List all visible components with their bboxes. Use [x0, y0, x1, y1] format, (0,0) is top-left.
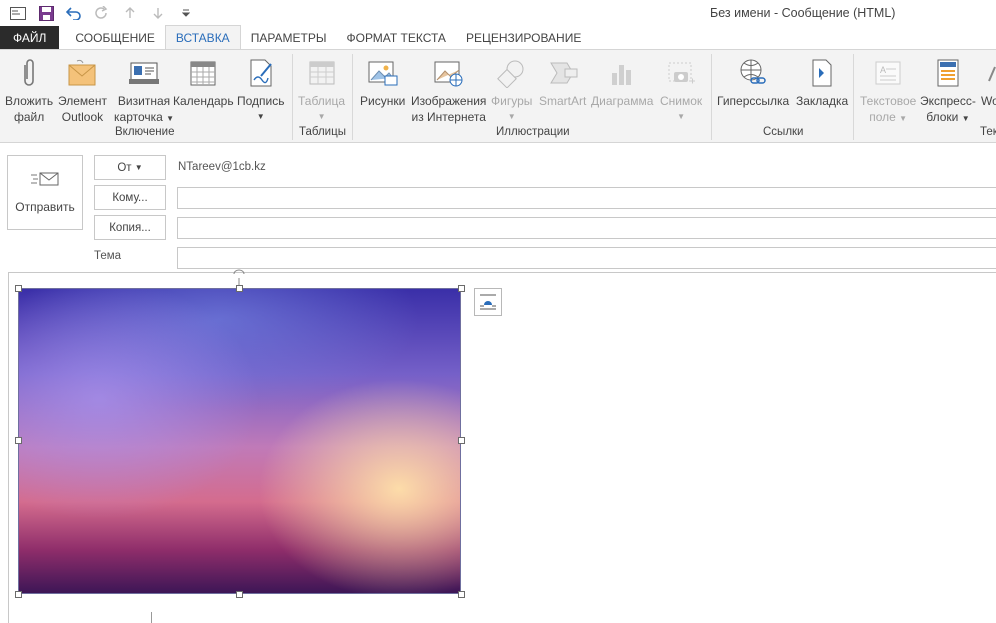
- dropdown-caret-icon: ▼: [134, 163, 143, 172]
- table-button[interactable]: Таблица ▼: [298, 54, 345, 125]
- tab-insert[interactable]: ВСТАВКА: [164, 25, 241, 49]
- tab-format-text[interactable]: ФОРМАТ ТЕКСТА: [336, 26, 455, 49]
- dropdown-caret-icon: ▼: [899, 114, 908, 123]
- redo-icon[interactable]: [90, 3, 114, 23]
- online-picture-icon: [432, 54, 466, 92]
- attach-file-button[interactable]: Вложить файл: [5, 54, 53, 125]
- shapes-button[interactable]: Фигуры ▼: [491, 54, 532, 125]
- resize-handle[interactable]: [15, 285, 22, 292]
- dropdown-caret-icon: ▼: [166, 114, 175, 123]
- group-separator: [711, 54, 712, 140]
- dropdown-caret-icon: ▼: [256, 112, 265, 121]
- subject-label: Тема: [94, 250, 122, 262]
- business-card-icon: [127, 54, 161, 92]
- group-label-links: Ссылки: [763, 126, 804, 138]
- text-cursor: [151, 612, 152, 623]
- tab-review[interactable]: РЕЦЕНЗИРОВАНИЕ: [456, 26, 591, 49]
- resize-handle[interactable]: [458, 591, 465, 598]
- screenshot-button[interactable]: Снимок ▼: [660, 54, 702, 125]
- group-label-illustrations: Иллюстрации: [496, 126, 570, 138]
- calendar-button[interactable]: Календарь: [173, 54, 234, 109]
- bar-chart-icon: [605, 54, 639, 92]
- business-card-button[interactable]: Визитная карточка ▼: [114, 54, 174, 127]
- undo-icon[interactable]: [62, 3, 86, 23]
- title-bar: Без имени - Сообщение (HTML): [0, 0, 996, 26]
- tab-options[interactable]: ПАРАМЕТРЫ: [241, 26, 337, 49]
- from-address: NTareev@1cb.kz: [178, 161, 266, 173]
- down-arrow-icon[interactable]: [146, 3, 170, 23]
- dropdown-caret-icon: ▼: [317, 112, 326, 121]
- group-separator: [352, 54, 353, 140]
- resize-handle[interactable]: [236, 285, 243, 292]
- table-icon: [305, 54, 339, 92]
- customize-icon[interactable]: [174, 3, 198, 23]
- bookmark-icon: [805, 54, 839, 92]
- envelope-item-icon: [65, 54, 99, 92]
- wordart-icon: [981, 54, 996, 92]
- resize-handle[interactable]: [15, 591, 22, 598]
- resize-handle[interactable]: [458, 285, 465, 292]
- svg-text:A: A: [880, 65, 886, 75]
- mail-icon[interactable]: [6, 3, 30, 23]
- group-label-text: Тек: [980, 126, 996, 138]
- dropdown-caret-icon: ▼: [677, 112, 686, 121]
- send-envelope-icon: [30, 171, 60, 190]
- calendar-icon: [186, 54, 220, 92]
- hyperlink-globe-icon: [736, 54, 770, 92]
- subject-field[interactable]: [177, 247, 996, 269]
- layout-options-button[interactable]: [474, 288, 502, 316]
- shapes-icon: [495, 54, 529, 92]
- hyperlink-button[interactable]: Гиперссылка: [717, 54, 789, 109]
- resize-handle[interactable]: [458, 437, 465, 444]
- group-label-include: Включение: [115, 126, 175, 138]
- to-field[interactable]: [177, 187, 996, 209]
- bookmark-button[interactable]: Закладка: [796, 54, 848, 109]
- group-separator: [292, 54, 293, 140]
- group-separator: [853, 54, 854, 140]
- smartart-icon: [546, 54, 580, 92]
- resize-handle[interactable]: [15, 437, 22, 444]
- paperclip-icon: [12, 54, 46, 92]
- tab-message[interactable]: СООБЩЕНИЕ: [65, 26, 165, 49]
- ribbon-tabs: ФАЙЛ СООБЩЕНИЕ ВСТАВКА ПАРАМЕТРЫ ФОРМАТ …: [0, 25, 996, 49]
- ribbon-insert: Вложить файл Элемент Outlook Визитная ка…: [0, 49, 996, 143]
- pictures-button[interactable]: Рисунки: [360, 54, 405, 109]
- signature-button[interactable]: Подпись ▼: [237, 54, 285, 125]
- chart-button[interactable]: Диаграмма: [591, 54, 653, 109]
- window-title: Без имени - Сообщение (HTML): [710, 6, 896, 20]
- inserted-picture[interactable]: [18, 288, 461, 594]
- outlook-item-button[interactable]: Элемент Outlook: [58, 54, 107, 125]
- quick-parts-button[interactable]: Экспресс- блоки ▼: [920, 54, 976, 127]
- to-button[interactable]: Кому...: [94, 185, 166, 210]
- text-box-button[interactable]: A Текстовое поле ▼: [860, 54, 916, 127]
- cc-field[interactable]: [177, 217, 996, 239]
- camera-icon: [664, 54, 698, 92]
- up-arrow-icon[interactable]: [118, 3, 142, 23]
- signature-icon: [244, 54, 278, 92]
- dropdown-caret-icon: ▼: [507, 112, 516, 121]
- dropdown-caret-icon: ▼: [961, 114, 970, 123]
- resize-handle[interactable]: [236, 591, 243, 598]
- online-pictures-button[interactable]: Изображения из Интернета: [411, 54, 486, 125]
- group-label-tables: Таблицы: [299, 126, 346, 138]
- layout-options-icon: [480, 294, 496, 310]
- picture-icon: [366, 54, 400, 92]
- quick-access-toolbar: [6, 3, 198, 23]
- tab-file[interactable]: ФАЙЛ: [0, 26, 60, 49]
- wordart-button[interactable]: Wo: [981, 54, 996, 109]
- cc-button[interactable]: Копия...: [94, 215, 166, 240]
- text-box-icon: A: [871, 54, 905, 92]
- from-button[interactable]: От ▼: [94, 155, 166, 180]
- quick-parts-icon: [931, 54, 965, 92]
- save-icon[interactable]: [34, 3, 58, 23]
- smartart-button[interactable]: SmartArt: [539, 54, 586, 109]
- send-button[interactable]: Отправить: [7, 155, 83, 230]
